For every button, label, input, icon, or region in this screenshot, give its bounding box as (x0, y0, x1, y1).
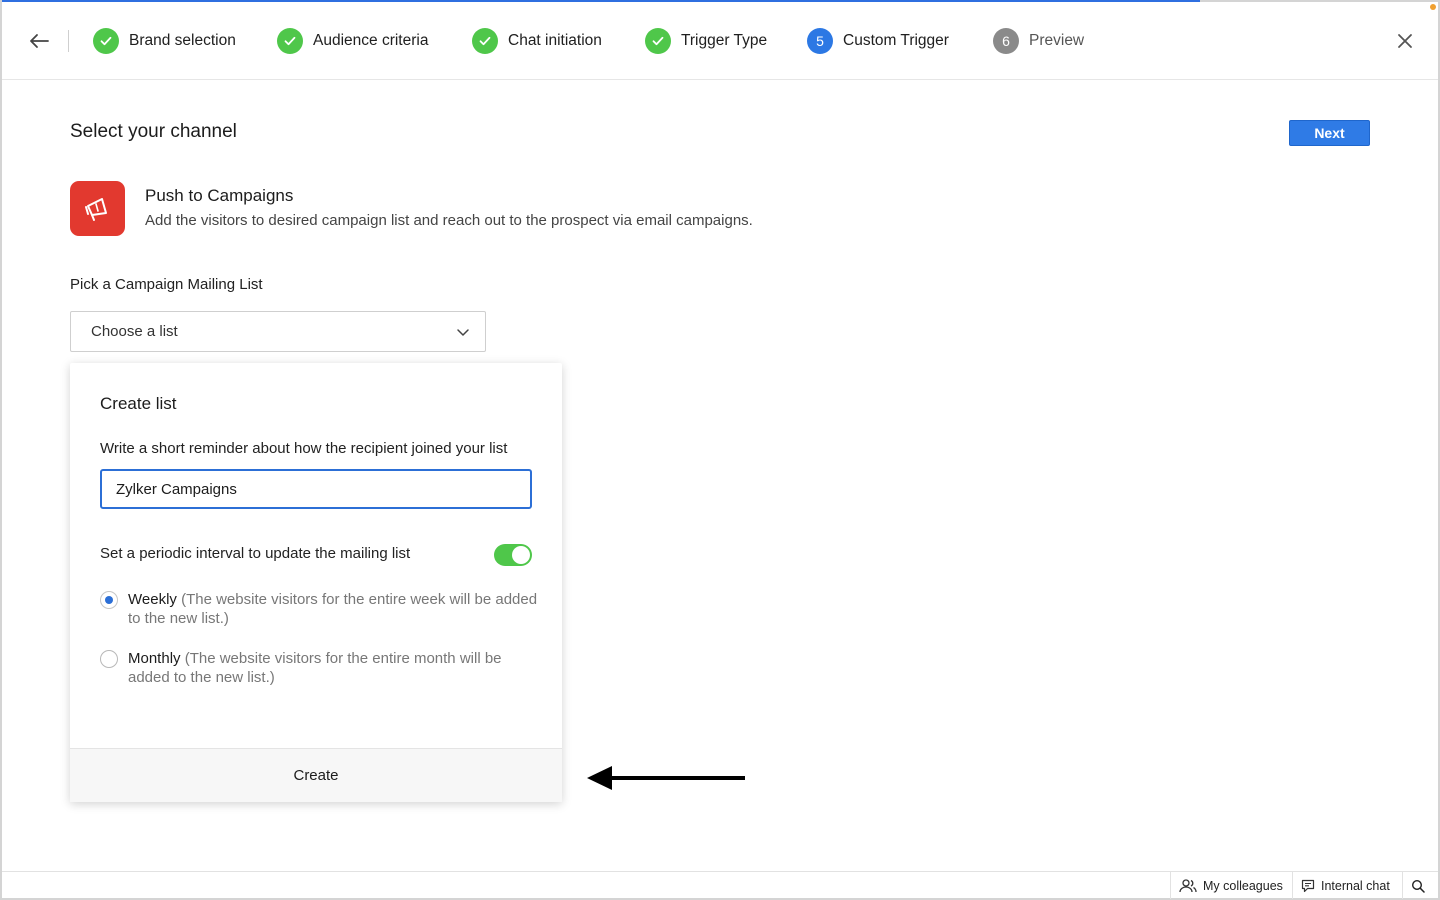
weekly-option[interactable]: Weekly (The website visitors for the ent… (100, 590, 540, 628)
weekly-option-text: Weekly (The website visitors for the ent… (128, 590, 540, 628)
step-label: Trigger Type (681, 32, 768, 49)
step-chat-initiation[interactable]: Chat initiation (472, 27, 602, 55)
channel-description: Add the visitors to desired campaign lis… (145, 212, 753, 229)
arrow-left-icon (30, 34, 49, 48)
close-icon (1398, 34, 1412, 48)
wizard-header: Brand selection Audience criteria Chat i… (2, 2, 1438, 80)
header-divider (68, 30, 69, 52)
step-number: 6 (993, 28, 1019, 54)
mailing-list-placeholder: Choose a list (91, 323, 178, 340)
toggle-knob (512, 546, 530, 564)
check-icon (645, 28, 671, 54)
bottom-search-button[interactable] (1402, 872, 1438, 899)
mailing-list-label: Pick a Campaign Mailing List (70, 276, 263, 293)
close-button[interactable] (1392, 28, 1418, 54)
megaphone-icon (70, 181, 125, 236)
my-colleagues-button[interactable]: My colleagues (1170, 872, 1292, 899)
step-audience-criteria[interactable]: Audience criteria (277, 27, 428, 55)
check-icon (93, 28, 119, 54)
bottom-bar: My colleagues Internal chat (2, 871, 1438, 899)
next-button[interactable]: Next (1289, 120, 1370, 146)
step-custom-trigger[interactable]: 5 Custom Trigger (807, 27, 949, 55)
list-reminder-label: Write a short reminder about how the rec… (100, 440, 508, 457)
monthly-option[interactable]: Monthly (The website visitors for the en… (100, 649, 540, 687)
step-preview[interactable]: 6 Preview (993, 27, 1084, 55)
check-icon (472, 28, 498, 54)
chat-icon (1301, 879, 1315, 892)
create-list-title: Create list (100, 394, 177, 413)
page-title: Select your channel (70, 121, 237, 142)
internal-chat-button[interactable]: Internal chat (1292, 872, 1402, 899)
chevron-down-icon (457, 329, 469, 336)
search-icon (1411, 879, 1425, 893)
internal-chat-label: Internal chat (1321, 878, 1390, 893)
create-list-popup: Create list Write a short reminder about… (70, 363, 562, 802)
step-label: Brand selection (129, 32, 236, 49)
mailing-list-select[interactable]: Choose a list (70, 311, 486, 352)
step-label: Audience criteria (313, 32, 429, 49)
channel-name: Push to Campaigns (145, 186, 294, 205)
monthly-label: Monthly (128, 650, 181, 667)
step-label: Custom Trigger (843, 32, 949, 49)
list-reminder-input[interactable] (100, 469, 532, 509)
monthly-radio[interactable] (100, 650, 118, 668)
step-label: Chat initiation (508, 32, 602, 49)
periodic-interval-label: Set a periodic interval to update the ma… (100, 545, 411, 562)
step-label: Preview (1029, 32, 1085, 49)
back-button[interactable] (24, 28, 54, 54)
weekly-label: Weekly (128, 591, 177, 608)
monthly-detail: (The website visitors for the entire mon… (128, 650, 502, 686)
periodic-interval-toggle[interactable] (494, 544, 532, 566)
check-icon (277, 28, 303, 54)
step-trigger-type[interactable]: Trigger Type (645, 27, 767, 55)
monthly-option-text: Monthly (The website visitors for the en… (128, 649, 540, 687)
step-brand-selection[interactable]: Brand selection (93, 27, 236, 55)
arrow-left-annotation-icon (587, 766, 745, 790)
step-number: 5 (807, 28, 833, 54)
people-icon (1179, 878, 1197, 892)
radio-dot (105, 596, 113, 604)
my-colleagues-label: My colleagues (1203, 878, 1283, 893)
weekly-detail: (The website visitors for the entire wee… (128, 591, 538, 627)
create-button[interactable]: Create (70, 748, 562, 802)
weekly-radio[interactable] (100, 591, 118, 609)
